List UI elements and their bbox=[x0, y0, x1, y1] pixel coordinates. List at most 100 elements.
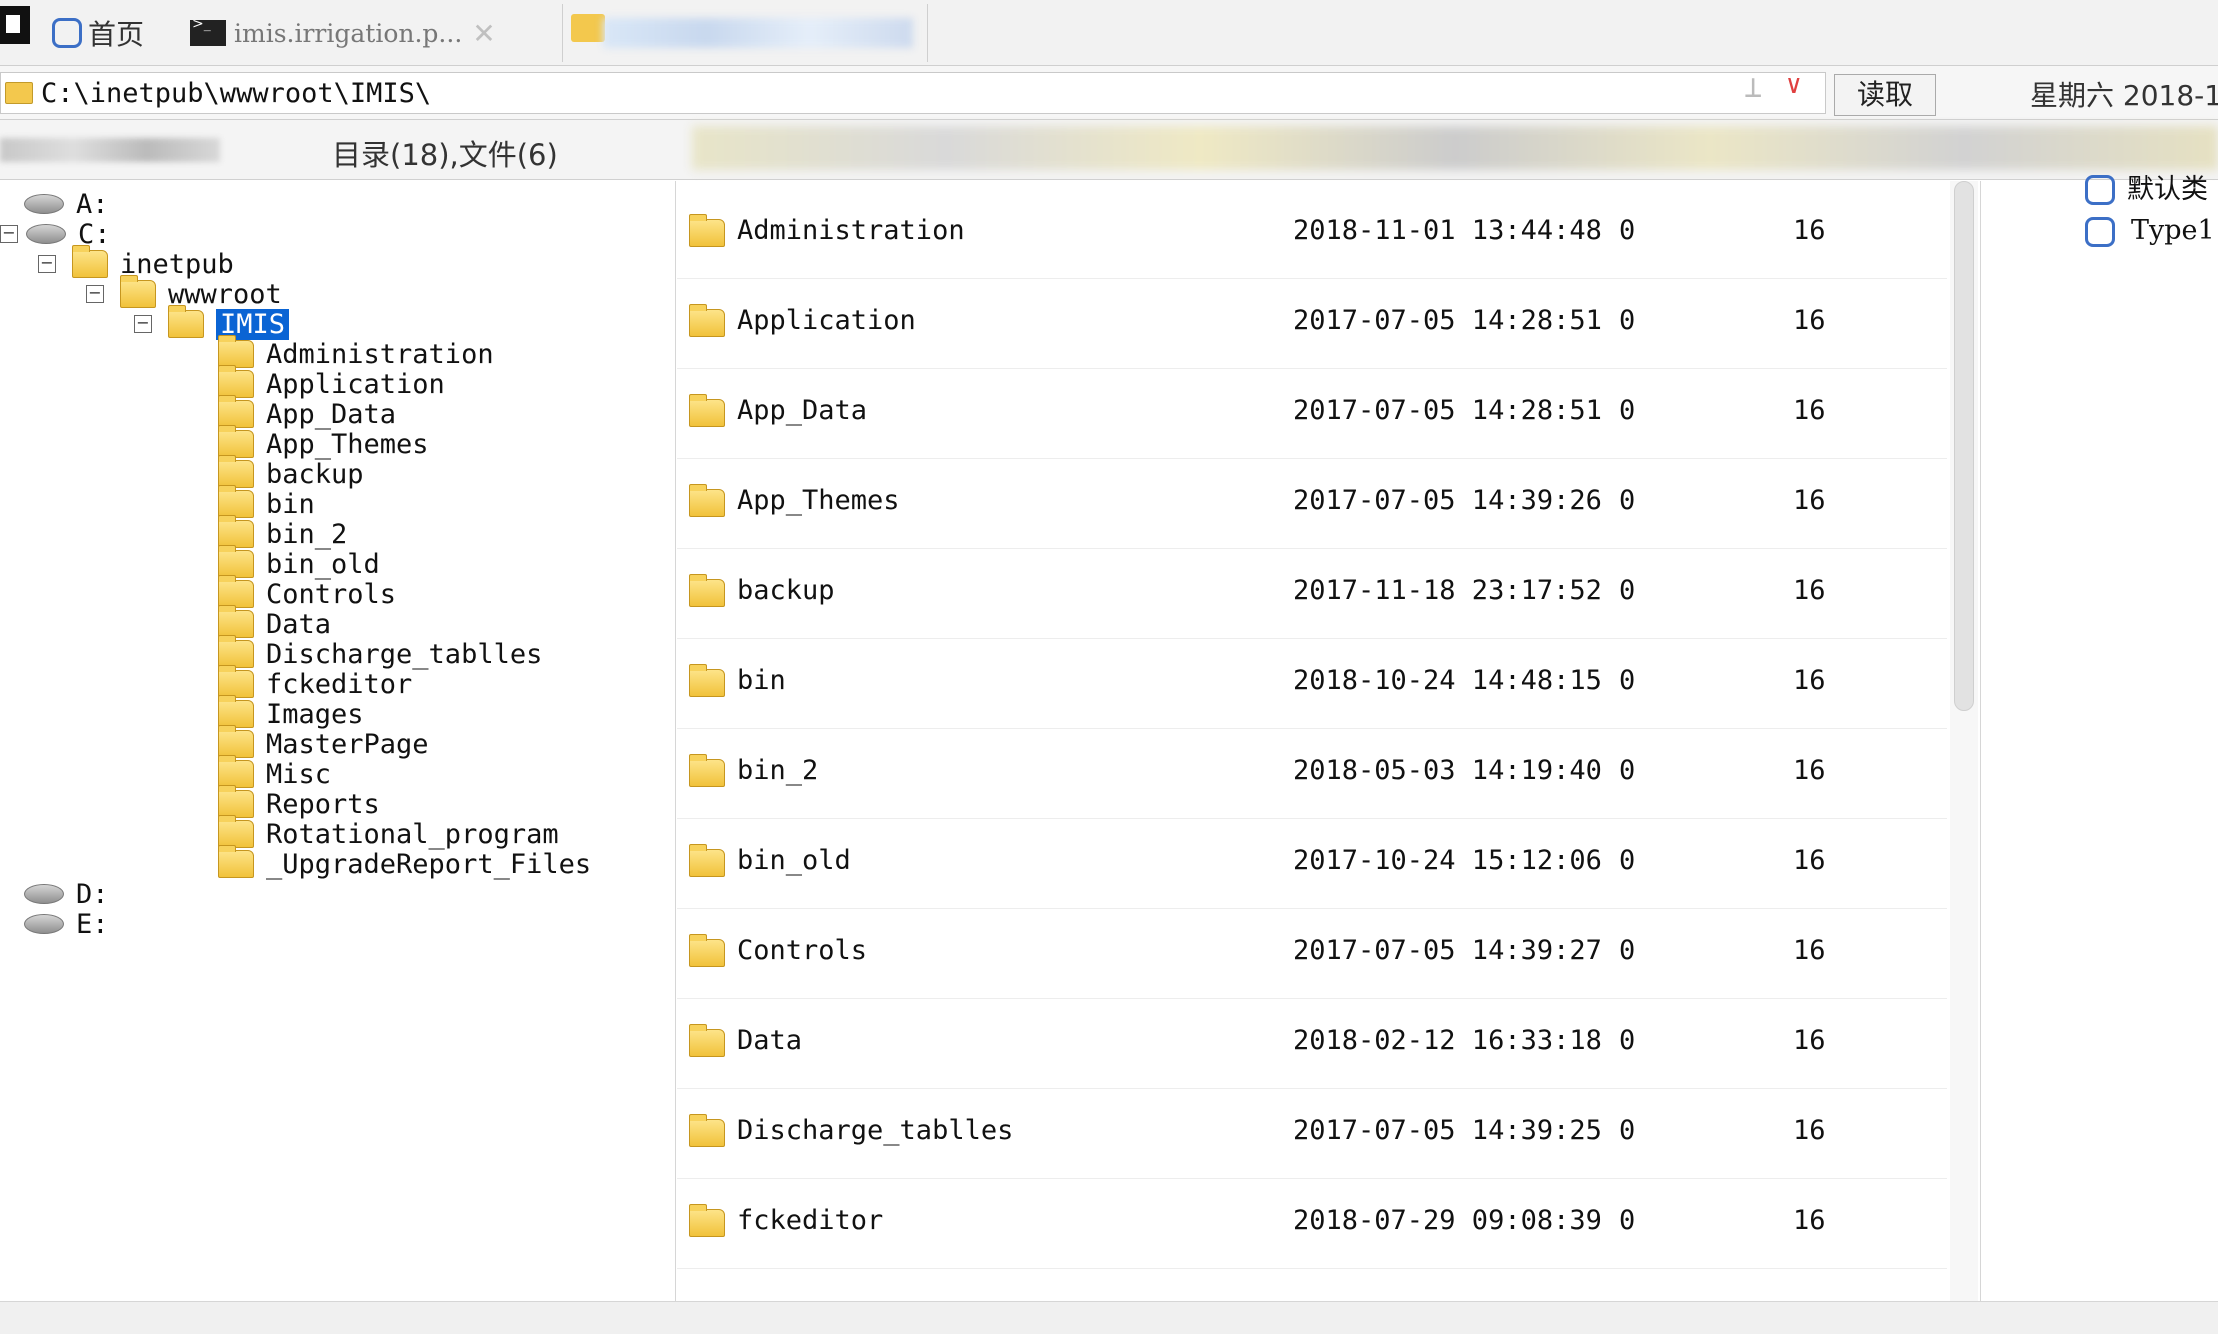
chevron-down-icon[interactable]: ∨ bbox=[1786, 70, 1802, 100]
file-size: 0 bbox=[1619, 665, 1636, 696]
read-button[interactable]: 读取 bbox=[1834, 74, 1936, 116]
tree-folder-item[interactable]: _UpgradeReport_Files bbox=[218, 843, 591, 885]
folder-icon bbox=[689, 1024, 725, 1057]
file-name: fckeditor bbox=[737, 1205, 884, 1236]
file-row[interactable]: Data 2018-02-12 16:33:18 0 16 bbox=[677, 999, 1947, 1089]
file-row[interactable]: bin 2018-10-24 14:48:15 0 16 bbox=[677, 639, 1947, 729]
file-size: 0 bbox=[1619, 935, 1636, 966]
file-size: 0 bbox=[1619, 845, 1636, 876]
folder-icon bbox=[689, 1114, 725, 1147]
folder-icon bbox=[689, 664, 725, 697]
file-name: Controls bbox=[737, 935, 868, 966]
file-date: 2017-10-24 15:12:06 bbox=[1293, 845, 1602, 876]
collapse-icon[interactable]: − bbox=[38, 255, 56, 273]
file-perm: 16 bbox=[1793, 485, 1826, 516]
file-perm: 16 bbox=[1793, 1115, 1826, 1146]
folder-icon bbox=[689, 574, 725, 607]
file-date: 2018-05-03 14:19:40 bbox=[1293, 755, 1602, 786]
file-size: 0 bbox=[1619, 1115, 1636, 1146]
tab-redacted[interactable] bbox=[562, 4, 928, 62]
scroll-thumb[interactable] bbox=[1954, 181, 1974, 711]
file-row[interactable]: bin_old 2017-10-24 15:12:06 0 16 bbox=[677, 819, 1947, 909]
close-icon[interactable]: ✕ bbox=[472, 17, 495, 50]
file-row[interactable]: bin_2 2018-05-03 14:19:40 0 16 bbox=[677, 729, 1947, 819]
file-row[interactable]: Administration 2018-11-01 13:44:48 0 16 bbox=[677, 189, 1947, 279]
dir-file-count: 目录(18),文件(6) bbox=[332, 138, 558, 172]
file-name: bin_2 bbox=[737, 755, 819, 786]
file-row[interactable]: Controls 2017-07-05 14:39:27 0 16 bbox=[677, 909, 1947, 999]
collapse-icon[interactable]: − bbox=[0, 225, 18, 243]
file-size: 0 bbox=[1619, 1205, 1636, 1236]
tab-file-label: imis.irrigation.p... bbox=[234, 18, 463, 48]
file-perm: 16 bbox=[1793, 215, 1826, 246]
file-perm: 16 bbox=[1793, 935, 1826, 966]
file-perm: 16 bbox=[1793, 395, 1826, 426]
file-size: 0 bbox=[1619, 485, 1636, 516]
folder-icon bbox=[689, 934, 725, 967]
file-name: bin_old bbox=[737, 845, 851, 876]
tab-home-label: 首页 bbox=[88, 18, 145, 51]
file-date: 2017-07-05 14:39:26 bbox=[1293, 485, 1602, 516]
folder-open-icon bbox=[168, 305, 204, 338]
drive-icon bbox=[24, 914, 64, 934]
file-date: 2017-07-05 14:28:51 bbox=[1293, 395, 1602, 426]
file-row[interactable]: Discharge_tablles 2017-07-05 14:39:25 0 16 bbox=[677, 1089, 1947, 1179]
file-name: Data bbox=[737, 1025, 803, 1056]
file-size: 0 bbox=[1619, 215, 1636, 246]
collapse-icon[interactable]: − bbox=[134, 315, 152, 333]
folder-icon bbox=[689, 754, 725, 787]
file-date: 2017-07-05 14:28:51 bbox=[1293, 305, 1602, 336]
folder-icon bbox=[689, 214, 725, 247]
file-perm: 16 bbox=[1793, 305, 1826, 336]
path-input[interactable]: C:\inetpub\wwwroot\IMIS\ bbox=[0, 72, 1826, 114]
file-perm: 16 bbox=[1793, 755, 1826, 786]
tree-drive-e[interactable]: E: bbox=[24, 903, 109, 945]
address-bar: C:\inetpub\wwwroot\IMIS\ ⊥ ∨ 读取 星期六 2018… bbox=[0, 66, 2218, 120]
file-perm: 16 bbox=[1793, 575, 1826, 606]
collapse-icon[interactable]: − bbox=[86, 285, 104, 303]
pin-icon[interactable]: ⊥ bbox=[1744, 70, 1762, 105]
type-item-type1: Type1 bbox=[2131, 215, 2215, 246]
file-perm: 16 bbox=[1793, 1025, 1826, 1056]
file-date: 2018-07-29 09:08:39 bbox=[1293, 1205, 1602, 1236]
checkbox-icon[interactable] bbox=[2085, 175, 2115, 205]
folder-icon bbox=[689, 844, 725, 877]
file-name: Application bbox=[737, 305, 916, 336]
tab-file[interactable]: imis.irrigation.p... ✕ bbox=[190, 4, 555, 62]
redacted-tab-title bbox=[603, 18, 913, 48]
vertical-scrollbar[interactable] bbox=[1950, 181, 1978, 1301]
frame-icon bbox=[52, 18, 82, 48]
file-row[interactable]: backup 2017-11-18 23:17:52 0 16 bbox=[677, 549, 1947, 639]
file-size: 0 bbox=[1619, 755, 1636, 786]
tab-home[interactable]: 首页 bbox=[52, 4, 182, 62]
tab-bar: 首页 imis.irrigation.p... ✕ bbox=[0, 0, 2218, 66]
file-row[interactable]: App_Data 2017-07-05 14:28:51 0 16 bbox=[677, 369, 1947, 459]
tree-label: E: bbox=[76, 908, 109, 940]
file-row[interactable]: fckeditor 2018-07-29 09:08:39 0 16 bbox=[677, 1179, 1947, 1269]
date-label: 星期六 2018-1 bbox=[2030, 79, 2218, 112]
drive-icon bbox=[24, 884, 64, 904]
file-name: App_Themes bbox=[737, 485, 900, 516]
file-date: 2018-02-12 16:33:18 bbox=[1293, 1025, 1602, 1056]
type-panel: 默认类 Type1 bbox=[1980, 174, 2218, 1301]
folder-icon bbox=[689, 304, 725, 337]
folder-icon bbox=[571, 14, 605, 42]
terminal-icon bbox=[190, 16, 226, 46]
folder-icon bbox=[689, 484, 725, 517]
file-perm: 16 bbox=[1793, 1205, 1826, 1236]
file-date: 2018-11-01 13:44:48 bbox=[1293, 215, 1602, 246]
app-icon[interactable] bbox=[0, 6, 30, 44]
file-date: 2017-07-05 14:39:27 bbox=[1293, 935, 1602, 966]
file-row[interactable]: App_Themes 2017-07-05 14:39:26 0 16 bbox=[677, 459, 1947, 549]
status-bar bbox=[0, 1301, 2218, 1334]
checkbox-icon[interactable] bbox=[2085, 217, 2115, 247]
folder-icon bbox=[5, 82, 33, 104]
file-name: Discharge_tablles bbox=[737, 1115, 1014, 1146]
file-row[interactable]: Application 2017-07-05 14:28:51 0 16 bbox=[677, 279, 1947, 369]
directory-tree: A: − C: − inetpub − wwwroot − IMIS Admin… bbox=[0, 181, 676, 1301]
redacted-info bbox=[0, 138, 220, 162]
file-size: 0 bbox=[1619, 575, 1636, 606]
drive-icon bbox=[26, 224, 66, 244]
file-size: 0 bbox=[1619, 395, 1636, 426]
tree-label: _UpgradeReport_Files bbox=[266, 848, 592, 880]
